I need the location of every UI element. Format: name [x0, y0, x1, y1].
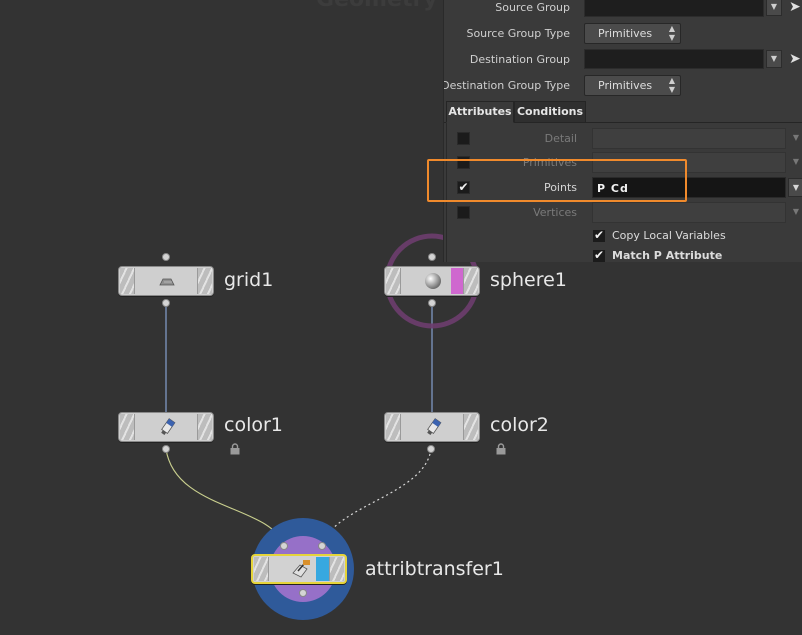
vertices-attributes-field[interactable] [592, 202, 786, 223]
attribute-row-vertices: Vertices ▼ [447, 202, 802, 224]
destination-group-pick-arrow-icon[interactable]: ➤ [789, 51, 802, 67]
node-color1[interactable] [118, 412, 214, 442]
source-group-dropdown-button[interactable]: ▼ [766, 0, 782, 16]
grid1-label: grid1 [224, 269, 274, 291]
node-sphere1[interactable] [384, 266, 480, 296]
detail-checkbox[interactable] [457, 132, 470, 145]
node-grid1[interactable] [118, 266, 214, 296]
updown-arrows-icon: ▲ ▼ [668, 24, 675, 42]
attribtransfer1-output-connector[interactable] [299, 589, 307, 597]
attribtransfer1-input-2-connector[interactable] [318, 542, 326, 550]
node-color2[interactable] [384, 412, 480, 442]
parameter-panel: Source Group ▼ ➤ Source Group Type Primi… [443, 0, 802, 262]
attribute-transfer-icon [292, 560, 310, 578]
sphere1-output-connector[interactable] [428, 299, 436, 307]
destination-group-dropdown-button[interactable]: ▼ [766, 50, 782, 68]
attribtransfer1-display-flag[interactable] [316, 557, 330, 581]
tab-conditions[interactable]: Conditions [514, 101, 586, 123]
source-group-type-menu[interactable]: Primitives ▲ ▼ [584, 23, 681, 44]
vertices-dropdown-button[interactable]: ▼ [788, 203, 802, 222]
destination-group-type-label: Destination Group Type [443, 79, 570, 92]
destination-group-type-value: Primitives [598, 79, 653, 92]
param-destination-group: Destination Group ▼ ➤ [444, 49, 802, 71]
destination-group-type-menu[interactable]: Primitives ▲ ▼ [584, 75, 681, 96]
node-attribtransfer1[interactable] [251, 554, 347, 584]
sphere1-bypass-flag[interactable] [451, 268, 463, 294]
sphere-icon [425, 273, 441, 289]
param-source-group-type: Source Group Type Primitives ▲ ▼ [444, 23, 802, 45]
match-p-attribute-checkbox[interactable]: ✔ [593, 249, 605, 262]
color2-label: color2 [490, 414, 549, 436]
sphere1-label: sphere1 [490, 269, 567, 291]
copy-local-variables-checkbox[interactable]: ✔ [593, 229, 605, 242]
source-group-field[interactable] [584, 0, 764, 17]
sphere1-input-connector[interactable] [428, 253, 436, 261]
source-group-type-value: Primitives [598, 27, 653, 40]
lock-icon [230, 443, 240, 455]
detail-label: Detail [544, 132, 577, 145]
detail-dropdown-button[interactable]: ▼ [788, 129, 802, 148]
source-group-pick-arrow-icon[interactable]: ➤ [789, 0, 802, 15]
vertices-label: Vertices [533, 206, 577, 219]
vertices-checkbox[interactable] [457, 206, 470, 219]
color1-label: color1 [224, 414, 283, 436]
primitives-dropdown-button[interactable]: ▼ [788, 153, 802, 172]
points-dropdown-button[interactable]: ▼ [788, 178, 802, 197]
color2-output-connector[interactable] [427, 445, 435, 453]
color1-output-connector[interactable] [162, 445, 170, 453]
attribtransfer1-input-1-connector[interactable] [280, 542, 288, 550]
copy-local-variables-label: Copy Local Variables [612, 229, 726, 242]
param-source-group: Source Group ▼ ➤ [444, 0, 802, 19]
paint-tube-icon [161, 418, 176, 435]
grid-plane-icon [159, 278, 175, 286]
destination-group-label: Destination Group [469, 53, 570, 66]
points-highlight-box [427, 159, 687, 202]
paint-tube-icon [427, 418, 442, 435]
source-group-type-label: Source Group Type [466, 27, 570, 40]
updown-arrows-icon: ▲ ▼ [668, 76, 675, 94]
wire-color1-attribtransfer1 [165, 448, 285, 546]
grid1-input-connector[interactable] [162, 253, 170, 261]
destination-group-field[interactable] [584, 49, 764, 69]
tab-attributes[interactable]: Attributes [446, 101, 514, 123]
match-p-attribute-label: Match P Attribute [612, 249, 723, 262]
lock-icon [496, 443, 506, 455]
attribute-row-detail: Detail ▼ [447, 128, 802, 150]
detail-attributes-field[interactable] [592, 128, 786, 149]
param-destination-group-type: Destination Group Type Primitives ▲ ▼ [444, 75, 802, 97]
attribtransfer1-label: attribtransfer1 [365, 558, 504, 580]
grid1-output-connector[interactable] [162, 299, 170, 307]
source-group-label: Source Group [495, 1, 570, 14]
wire-color2-attribtransfer1 [321, 448, 432, 546]
